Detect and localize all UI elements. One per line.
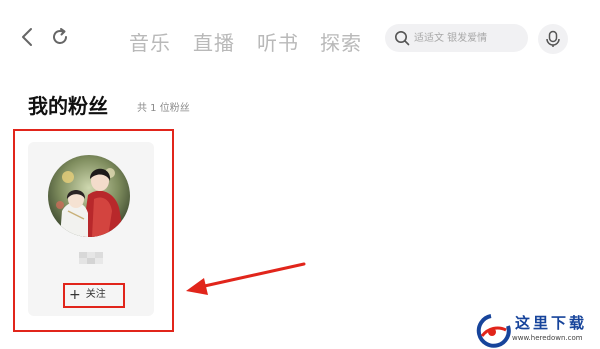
voice-search-button[interactable] bbox=[538, 24, 568, 54]
back-icon[interactable] bbox=[17, 26, 39, 48]
tab-explore[interactable]: 探索 bbox=[320, 27, 362, 56]
search-icon bbox=[395, 31, 410, 46]
annotation-arrow-icon bbox=[186, 262, 306, 295]
tab-music[interactable]: 音乐 bbox=[129, 27, 171, 56]
page-title: 我的粉丝 bbox=[28, 94, 108, 118]
watermark-logo-icon bbox=[476, 314, 511, 348]
watermark-url: www.heredown.com bbox=[512, 334, 583, 342]
tab-live[interactable]: 直播 bbox=[193, 27, 235, 56]
top-bar: 音乐 直播 听书 探索 bbox=[0, 0, 600, 80]
microphone-icon bbox=[546, 30, 560, 47]
follow-highlight-frame bbox=[63, 283, 125, 308]
watermark-text: 这里下载 bbox=[515, 314, 588, 332]
fan-count: 共 1 位粉丝 bbox=[137, 103, 190, 114]
search-box[interactable] bbox=[385, 24, 528, 52]
tab-audiobook[interactable]: 听书 bbox=[257, 27, 299, 56]
search-input[interactable] bbox=[414, 29, 519, 47]
refresh-icon[interactable] bbox=[49, 26, 71, 48]
